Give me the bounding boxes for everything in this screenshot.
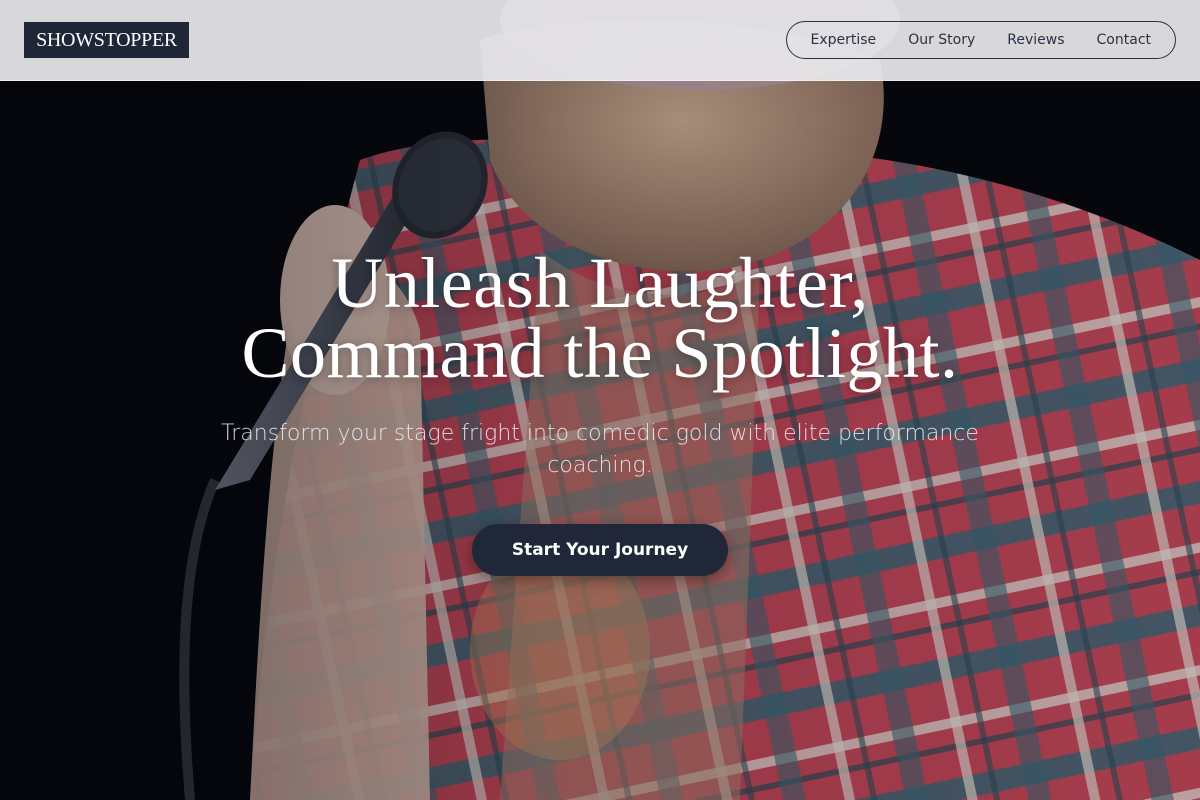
nav-link-expertise[interactable]: Expertise [795,32,893,48]
hero-content: Unleash Laughter, Command the Spotlight.… [0,243,1200,576]
nav-link-contact[interactable]: Contact [1081,32,1167,48]
brand-logo[interactable]: SHOWSTOPPER [24,22,189,58]
main-nav: Expertise Our Story Reviews Contact [785,21,1176,59]
start-journey-button[interactable]: Start Your Journey [471,524,729,576]
hero-headline: Unleash Laughter, Command the Spotlight. [0,243,1200,393]
hero-subheadline: Transform your stage fright into comedic… [221,421,979,478]
hero-headline-line1: Unleash Laughter, [331,243,869,323]
nav-link-reviews[interactable]: Reviews [991,32,1080,48]
nav-link-our-story[interactable]: Our Story [892,32,991,48]
site-header: SHOWSTOPPER Expertise Our Story Reviews … [0,0,1200,81]
hero-headline-line2: Command the Spotlight. [241,313,959,393]
